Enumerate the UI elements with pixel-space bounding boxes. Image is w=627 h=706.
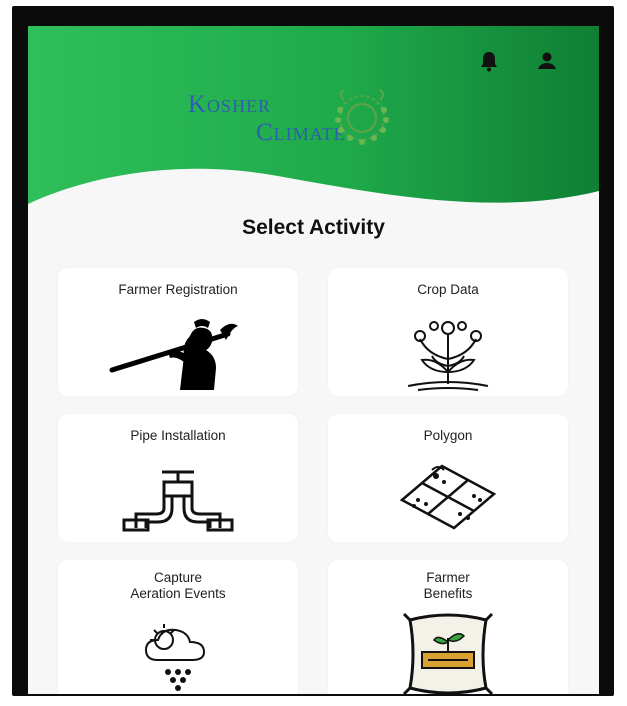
activity-label-line2: Aeration Events	[130, 586, 226, 601]
activity-label-text: Pipe Installation	[130, 428, 226, 443]
activity-label: Pipe Installation	[58, 428, 298, 444]
activity-label: Farmer Benefits	[328, 570, 568, 602]
activity-label: Crop Data	[328, 282, 568, 298]
seed-bag-icon	[402, 612, 494, 694]
activity-card-pipe-installation[interactable]: Pipe Installation	[58, 414, 298, 542]
activity-label-text: Polygon	[423, 428, 473, 443]
page-title: Select Activity	[242, 216, 385, 239]
user-icon[interactable]	[534, 48, 560, 74]
pipe-valve-icon	[122, 470, 234, 532]
activity-card-farmer-registration[interactable]: Farmer Registration	[58, 268, 298, 396]
activity-label-line2: Benefits	[423, 586, 473, 601]
leaf-wreath-icon	[335, 89, 389, 145]
plant-icon	[407, 321, 489, 391]
farmer-with-hoe-icon	[109, 319, 238, 390]
activity-label: Farmer Registration	[58, 282, 298, 298]
activity-label: Polygon	[328, 428, 568, 444]
bell-icon[interactable]	[476, 48, 502, 74]
activity-card-farmer-benefits[interactable]: Farmer Benefits	[328, 560, 568, 694]
app-header: Kosher Climate	[28, 26, 599, 226]
activity-label: Capture Aeration Events	[58, 570, 298, 602]
weather-cloud-icon	[144, 624, 206, 691]
land-map-icon	[399, 464, 497, 530]
brand-logo: Kosher Climate	[188, 88, 448, 154]
activity-card-crop-data[interactable]: Crop Data	[328, 268, 568, 396]
activity-label-line1: Capture	[153, 570, 203, 585]
app-screen: Kosher Climate Select Activity Farmer Re…	[28, 26, 599, 694]
activity-label-text: Farmer Registration	[118, 282, 238, 297]
activity-card-capture-aeration-events[interactable]: Capture Aeration Events	[58, 560, 298, 694]
brand-line-1: Kosher	[188, 91, 272, 118]
phone-frame: Kosher Climate Select Activity Farmer Re…	[12, 6, 614, 696]
activity-label-line1: Farmer	[426, 570, 470, 585]
activity-card-polygon[interactable]: Polygon	[328, 414, 568, 542]
activity-label-text: Crop Data	[417, 282, 479, 297]
